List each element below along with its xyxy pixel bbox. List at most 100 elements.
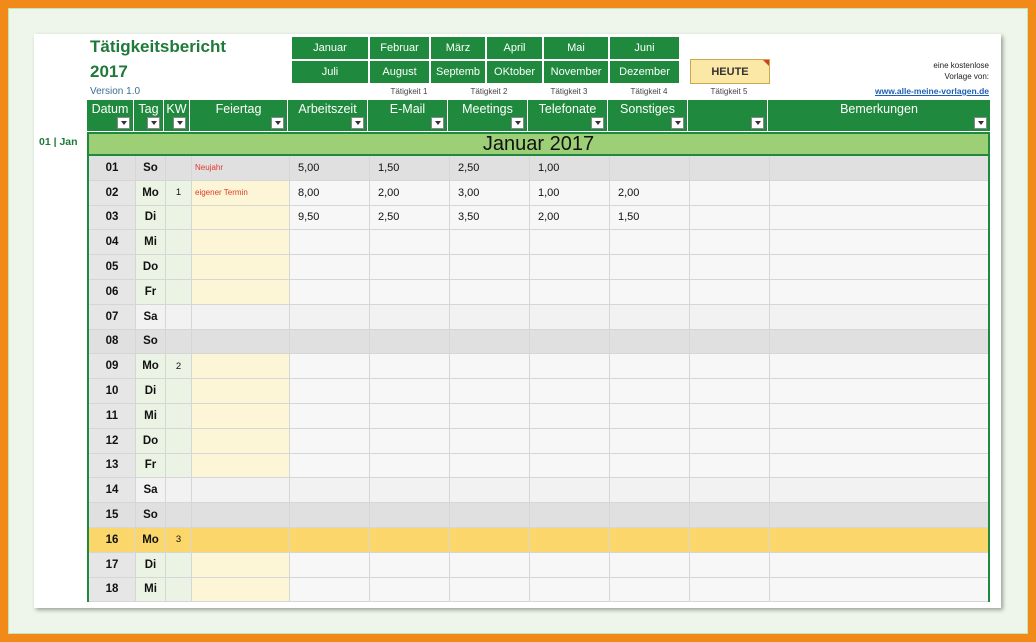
other-cell[interactable]: 2,00 (610, 180, 690, 205)
remarks-cell[interactable] (770, 156, 988, 180)
month-button-mai[interactable]: Mai (543, 36, 609, 60)
activity5-cell[interactable] (690, 453, 770, 478)
filter-dropdown-icon[interactable] (117, 117, 130, 129)
week-number-cell[interactable] (166, 304, 192, 329)
month-button-juli[interactable]: Juli (291, 60, 369, 84)
weekday-cell[interactable]: Do (136, 255, 166, 279)
holiday-cell[interactable]: Neujahr (192, 156, 290, 180)
calls-cell[interactable] (530, 403, 610, 428)
other-cell[interactable] (610, 503, 690, 527)
meetings-cell[interactable] (450, 304, 530, 329)
date-cell[interactable]: 04 (89, 230, 136, 255)
holiday-cell[interactable] (192, 205, 290, 230)
weekday-cell[interactable]: So (136, 329, 166, 354)
month-jump-label[interactable]: 01 | Jan (39, 136, 78, 148)
week-number-cell[interactable] (166, 453, 192, 478)
meetings-cell[interactable] (450, 379, 530, 403)
other-cell[interactable] (610, 279, 690, 304)
weekday-cell[interactable]: Mi (136, 577, 166, 602)
filter-dropdown-icon[interactable] (351, 117, 364, 129)
remarks-cell[interactable] (770, 453, 988, 478)
other-cell[interactable] (610, 156, 690, 180)
worktime-cell[interactable] (290, 453, 370, 478)
holiday-cell[interactable] (192, 304, 290, 329)
date-cell[interactable]: 10 (89, 379, 136, 403)
activity5-cell[interactable] (690, 156, 770, 180)
calls-cell[interactable] (530, 503, 610, 527)
worktime-cell[interactable] (290, 230, 370, 255)
other-cell[interactable] (610, 329, 690, 354)
meetings-cell[interactable] (450, 478, 530, 503)
holiday-cell[interactable] (192, 503, 290, 527)
date-cell[interactable]: 16 (89, 527, 136, 552)
weekday-cell[interactable]: Mi (136, 403, 166, 428)
activity5-cell[interactable] (690, 354, 770, 379)
calls-cell[interactable]: 2,00 (530, 205, 610, 230)
holiday-cell[interactable] (192, 453, 290, 478)
week-number-cell[interactable] (166, 577, 192, 602)
other-cell[interactable] (610, 577, 690, 602)
activity5-cell[interactable] (690, 255, 770, 279)
meetings-cell[interactable]: 2,50 (450, 156, 530, 180)
remarks-cell[interactable] (770, 329, 988, 354)
week-number-cell[interactable]: 2 (166, 354, 192, 379)
other-cell[interactable] (610, 255, 690, 279)
week-number-cell[interactable] (166, 379, 192, 403)
email-cell[interactable] (370, 527, 450, 552)
weekday-cell[interactable]: Di (136, 205, 166, 230)
activity5-cell[interactable] (690, 577, 770, 602)
remarks-cell[interactable] (770, 255, 988, 279)
holiday-cell[interactable] (192, 552, 290, 577)
other-cell[interactable] (610, 552, 690, 577)
month-button-maerz[interactable]: März (430, 36, 486, 60)
filter-dropdown-icon[interactable] (591, 117, 604, 129)
meetings-cell[interactable]: 3,50 (450, 205, 530, 230)
calls-cell[interactable] (530, 527, 610, 552)
worktime-cell[interactable] (290, 503, 370, 527)
weekday-cell[interactable]: Mo (136, 354, 166, 379)
email-cell[interactable] (370, 255, 450, 279)
date-cell[interactable]: 15 (89, 503, 136, 527)
meetings-cell[interactable] (450, 403, 530, 428)
worktime-cell[interactable] (290, 403, 370, 428)
date-cell[interactable]: 18 (89, 577, 136, 602)
holiday-cell[interactable] (192, 577, 290, 602)
calls-cell[interactable] (530, 577, 610, 602)
email-cell[interactable] (370, 503, 450, 527)
month-button-juni[interactable]: Juni (609, 36, 680, 60)
holiday-cell[interactable] (192, 329, 290, 354)
weekday-cell[interactable]: So (136, 156, 166, 180)
other-cell[interactable] (610, 403, 690, 428)
week-number-cell[interactable] (166, 329, 192, 354)
activity5-cell[interactable] (690, 403, 770, 428)
remarks-cell[interactable] (770, 230, 988, 255)
activity5-cell[interactable] (690, 230, 770, 255)
date-cell[interactable]: 07 (89, 304, 136, 329)
email-cell[interactable] (370, 379, 450, 403)
calls-cell[interactable] (530, 453, 610, 478)
meetings-cell[interactable] (450, 453, 530, 478)
weekday-cell[interactable]: Mi (136, 230, 166, 255)
remarks-cell[interactable] (770, 279, 988, 304)
worktime-cell[interactable] (290, 577, 370, 602)
worktime-cell[interactable] (290, 552, 370, 577)
other-cell[interactable] (610, 428, 690, 453)
week-number-cell[interactable] (166, 156, 192, 180)
other-cell[interactable]: 1,50 (610, 205, 690, 230)
email-cell[interactable] (370, 230, 450, 255)
other-cell[interactable] (610, 453, 690, 478)
month-button-april[interactable]: April (486, 36, 543, 60)
worktime-cell[interactable] (290, 527, 370, 552)
date-cell[interactable]: 13 (89, 453, 136, 478)
email-cell[interactable]: 2,00 (370, 180, 450, 205)
date-cell[interactable]: 17 (89, 552, 136, 577)
today-button[interactable]: HEUTE (690, 59, 770, 84)
filter-dropdown-icon[interactable] (271, 117, 284, 129)
worktime-cell[interactable]: 9,50 (290, 205, 370, 230)
week-number-cell[interactable]: 3 (166, 527, 192, 552)
week-number-cell[interactable] (166, 552, 192, 577)
other-cell[interactable] (610, 379, 690, 403)
calls-cell[interactable] (530, 230, 610, 255)
week-number-cell[interactable] (166, 428, 192, 453)
activity5-cell[interactable] (690, 552, 770, 577)
